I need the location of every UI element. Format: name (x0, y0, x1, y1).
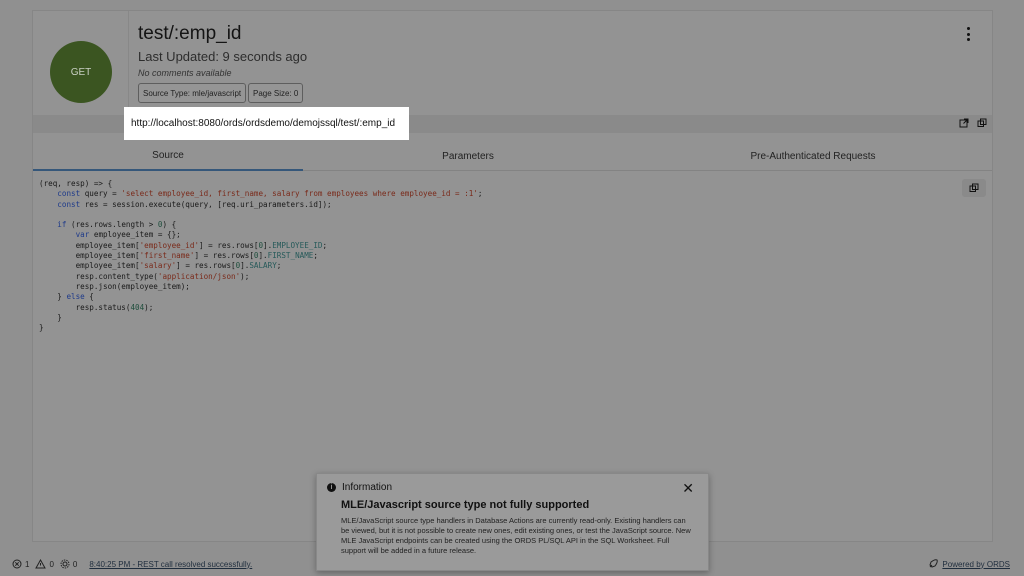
status-message[interactable]: 8:40:25 PM - REST call resolved successf… (89, 560, 252, 569)
endpoint-url-text: http://localhost:8080/ords/ordsdemo/demo… (131, 118, 396, 129)
copy-url-icon[interactable] (976, 117, 988, 129)
notification-label: Information (342, 482, 393, 493)
source-code: (req, resp) => { const query = 'select e… (39, 179, 483, 333)
warning-icon (35, 559, 47, 569)
info-icon: i (327, 483, 336, 492)
page-title: test/:emp_id (138, 23, 242, 44)
open-external-icon[interactable] (958, 117, 970, 129)
page-size-chip: Page Size: 0 (248, 83, 304, 103)
close-icon[interactable]: ✕ (682, 480, 694, 497)
gear-icon (60, 559, 70, 569)
info-notification: i Information ✕ MLE/Javascript source ty… (316, 473, 709, 571)
tab-source[interactable]: Source (33, 141, 303, 171)
method-badge: GET (50, 41, 112, 103)
comments-text: No comments available (138, 68, 232, 78)
url-actions (958, 117, 988, 129)
warning-count-value: 0 (49, 559, 54, 569)
notification-title: MLE/Javascript source type not fully sup… (341, 499, 590, 511)
tab-pre-authenticated-requests[interactable]: Pre-Authenticated Requests (673, 141, 953, 171)
error-count-value: 1 (25, 559, 30, 569)
last-updated: Last Updated: 9 seconds ago (138, 49, 308, 64)
settings-count[interactable]: 0 (60, 559, 77, 569)
notification-header: i Information (327, 482, 392, 493)
error-icon (12, 559, 22, 569)
source-type-chip: Source Type: mle/javascript (138, 83, 247, 103)
tab-bar: Source Parameters Pre-Authenticated Requ… (33, 141, 992, 171)
error-count[interactable]: 1 (12, 559, 29, 569)
handler-card: GET test/:emp_id Last Updated: 9 seconds… (32, 10, 993, 542)
settings-count-value: 0 (72, 559, 78, 569)
page: GET test/:emp_id Last Updated: 9 seconds… (0, 0, 1024, 576)
tab-parameters[interactable]: Parameters (333, 141, 603, 171)
powered-by-text: Powered by ORDS (942, 559, 1010, 569)
warning-count[interactable]: 0 (35, 559, 54, 569)
rocket-icon (929, 559, 939, 568)
notification-body: MLE/JavaScript source type handlers in D… (341, 516, 691, 555)
more-actions-icon[interactable] (964, 27, 972, 41)
powered-by-link[interactable]: Powered by ORDS (928, 559, 1010, 569)
endpoint-url[interactable]: http://localhost:8080/ords/ordsdemo/demo… (124, 107, 409, 140)
